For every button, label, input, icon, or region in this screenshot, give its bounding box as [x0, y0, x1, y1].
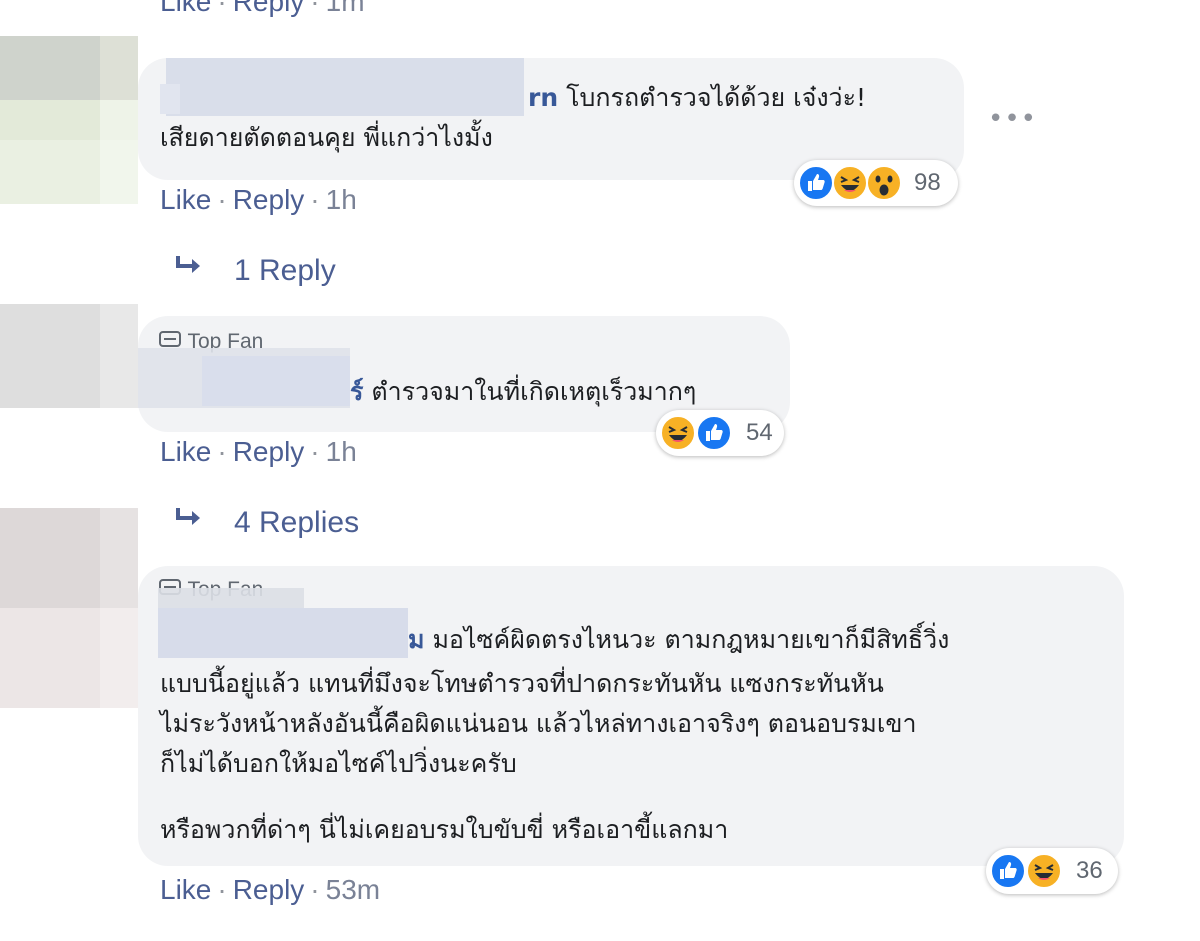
like-icon	[696, 415, 732, 451]
reaction-count: 36	[1076, 857, 1103, 884]
comment-line: หรือพวกที่ด่าๆ นี่ไม่เคยอบรมใบขับขี่ หรื…	[160, 815, 729, 844]
reactions-summary[interactable]: 98	[794, 160, 958, 206]
separator-dot: ·	[310, 436, 320, 467]
avatar[interactable]	[0, 36, 138, 204]
reaction-count: 54	[746, 419, 773, 446]
view-replies-link[interactable]: 4 Replies	[174, 506, 359, 540]
like-link[interactable]: Like	[160, 0, 211, 17]
like-link[interactable]: Like	[160, 436, 211, 467]
replies-count-label[interactable]: 1 Reply	[234, 254, 336, 287]
like-icon	[990, 853, 1026, 889]
reply-link[interactable]: Reply	[233, 874, 305, 905]
reactions-summary[interactable]: 36	[986, 848, 1118, 894]
timestamp[interactable]: 1h	[326, 184, 357, 215]
haha-icon	[832, 165, 868, 201]
avatar[interactable]	[0, 508, 138, 708]
comment-actions: Like · Reply · 1h	[160, 184, 357, 216]
comment-text: ม มอไซค์ผิดตรงไหนวะ ตามกฎหมายเขาก็มีสิทธ…	[160, 620, 949, 660]
separator-dot: ·	[217, 874, 227, 905]
commenter-name[interactable]: ม	[408, 625, 424, 654]
like-link[interactable]: Like	[160, 874, 211, 905]
reply-link[interactable]: Reply	[233, 0, 305, 17]
comment-line: ก็ไม่ได้บอกให้มอไซค์ไปวิ่งนะครับ	[160, 749, 517, 778]
view-replies-link[interactable]: 1 Reply	[174, 254, 336, 288]
reply-arrow-icon	[174, 506, 234, 540]
comment-line: แบบนี้อยู่แล้ว แทนที่มึงจะโทษตำรวจที่ปาด…	[160, 669, 884, 698]
avatar[interactable]	[0, 304, 138, 408]
wow-icon	[866, 165, 902, 201]
top-fan-icon	[159, 331, 181, 347]
more-options-icon[interactable]: •••	[988, 104, 1037, 134]
reactions-summary[interactable]: 54	[656, 410, 784, 456]
separator-dot: ·	[310, 0, 320, 17]
commenter-name[interactable]: ร์	[350, 377, 363, 406]
comment-actions: Like · Reply · 53m	[160, 874, 380, 906]
comment-line: ตำรวจมาในที่เกิดเหตุเร็วมากๆ	[371, 377, 697, 406]
top-comment-actions: Like · Reply · 1m	[160, 0, 365, 18]
comment-line: เสียดายตัดตอนคุย พี่แกว่าไงมั้ง	[160, 123, 493, 152]
timestamp[interactable]: 53m	[326, 874, 380, 905]
comment-line: มอไซค์ผิดตรงไหนวะ ตามกฎหมายเขาก็มีสิทธิ์…	[432, 625, 950, 654]
comment-text: rn โบกรถตำรวจได้ด้วย เจ๋งว่ะ!	[160, 78, 866, 118]
separator-dot: ·	[217, 0, 227, 17]
haha-icon	[1026, 853, 1062, 889]
reply-arrow-icon	[174, 254, 234, 288]
haha-icon	[660, 415, 696, 451]
like-link[interactable]: Like	[160, 184, 211, 215]
separator-dot: ·	[217, 436, 227, 467]
separator-dot: ·	[310, 184, 320, 215]
separator-dot: ·	[217, 184, 227, 215]
comment-line: ไม่ระวังหน้าหลังอันนี้คือผิดแน่นอน แล้วไ…	[160, 709, 917, 738]
timestamp[interactable]: 1m	[326, 0, 365, 17]
reaction-count: 98	[914, 169, 941, 196]
like-icon	[798, 165, 834, 201]
commenter-name[interactable]: rn	[528, 83, 558, 112]
comment-text: ร์ ตำรวจมาในที่เกิดเหตุเร็วมากๆ	[160, 372, 696, 412]
reply-link[interactable]: Reply	[233, 184, 305, 215]
separator-dot: ·	[310, 874, 320, 905]
reply-link[interactable]: Reply	[233, 436, 305, 467]
timestamp[interactable]: 1h	[326, 436, 357, 467]
comment-actions: Like · Reply · 1h	[160, 436, 357, 468]
replies-count-label[interactable]: 4 Replies	[234, 506, 359, 539]
comment-line: โบกรถตำรวจได้ด้วย เจ๋งว่ะ!	[566, 83, 867, 112]
